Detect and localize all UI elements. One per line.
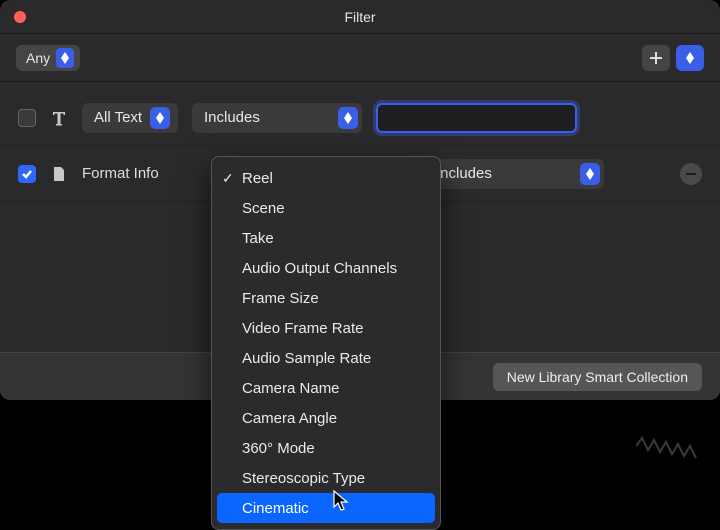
menu-item-360-mode[interactable]: 360° Mode — [212, 433, 440, 463]
menu-item-stereoscopic-type[interactable]: Stereoscopic Type — [212, 463, 440, 493]
document-icon — [50, 165, 68, 183]
menu-item-camera-name[interactable]: Camera Name — [212, 373, 440, 403]
text-field-select[interactable]: All Text — [82, 103, 178, 133]
button-label: New Library Smart Collection — [507, 369, 688, 385]
menu-item-reel[interactable]: ✓Reel — [212, 163, 440, 193]
waveform-fragment — [636, 436, 706, 501]
rule-enabled-checkbox[interactable] — [18, 165, 36, 183]
format-info-label: Format Info — [82, 165, 180, 182]
new-smart-collection-button[interactable]: New Library Smart Collection — [493, 363, 702, 391]
updown-icon — [150, 107, 170, 129]
cursor-icon — [333, 490, 351, 517]
window-title: Filter — [344, 9, 375, 25]
menu-item-cinematic[interactable]: Cinematic — [217, 493, 435, 523]
updown-icon — [681, 48, 699, 68]
updown-icon — [338, 107, 358, 129]
text-value-input[interactable] — [376, 103, 577, 133]
rule-type-popup[interactable] — [676, 45, 704, 71]
menu-item-frame-size[interactable]: Frame Size — [212, 283, 440, 313]
menu-item-camera-angle[interactable]: Camera Angle — [212, 403, 440, 433]
close-window-button[interactable] — [14, 11, 26, 23]
menu-item-take[interactable]: Take — [212, 223, 440, 253]
titlebar: Filter — [0, 0, 720, 34]
rule-enabled-checkbox[interactable] — [18, 109, 36, 127]
text-condition-label: Includes — [204, 109, 330, 126]
updown-icon — [580, 163, 600, 185]
toolbar: Any — [0, 34, 720, 82]
format-property-menu[interactable]: ✓Reel Scene Take Audio Output Channels F… — [211, 156, 441, 530]
text-condition-select[interactable]: Includes — [192, 103, 362, 133]
rule-row-text: All Text Includes — [0, 90, 720, 146]
add-rule-button[interactable] — [642, 45, 670, 71]
format-condition-select[interactable]: Includes — [424, 159, 604, 189]
match-popup[interactable]: Any — [16, 45, 80, 71]
menu-item-audio-sample-rate[interactable]: Audio Sample Rate — [212, 343, 440, 373]
remove-rule-button[interactable] — [680, 163, 702, 185]
window-controls — [14, 11, 26, 23]
format-condition-label: Includes — [436, 165, 572, 182]
menu-item-video-frame-rate[interactable]: Video Frame Rate — [212, 313, 440, 343]
menu-item-scene[interactable]: Scene — [212, 193, 440, 223]
match-popup-label: Any — [26, 50, 50, 66]
check-icon: ✓ — [222, 170, 234, 187]
filter-window: Filter Any All Text — [0, 0, 720, 400]
updown-icon — [56, 48, 74, 68]
text-icon — [50, 109, 68, 127]
text-field-label: All Text — [94, 109, 142, 126]
menu-item-audio-output-channels[interactable]: Audio Output Channels — [212, 253, 440, 283]
